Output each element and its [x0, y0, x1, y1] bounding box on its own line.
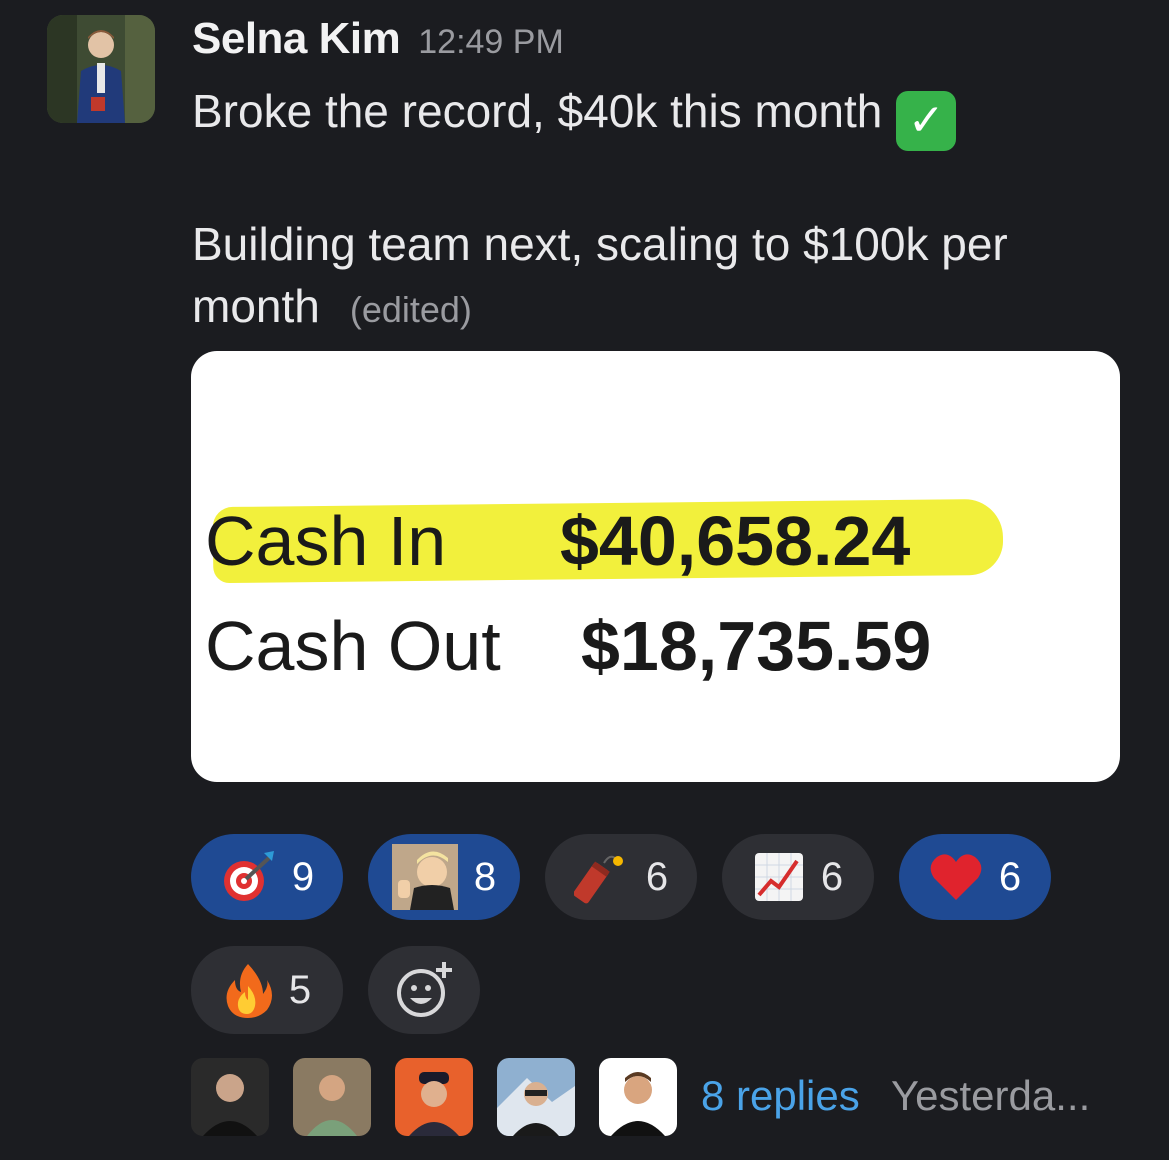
author-avatar[interactable] [47, 15, 155, 123]
replier-avatar [293, 1058, 371, 1136]
reaction-fire[interactable]: 5 [191, 946, 343, 1034]
replier-avatar [191, 1058, 269, 1136]
chart-increasing-icon [754, 853, 803, 901]
replies-link[interactable]: 8 replies [701, 1072, 860, 1120]
reaction-count: 6 [820, 854, 844, 899]
reaction-red-heart[interactable]: 6 [899, 834, 1051, 920]
message-body: Broke the record, $40k this month ✓ Build… [192, 80, 1132, 341]
add-reaction-button[interactable] [368, 946, 480, 1034]
message-line-2-text: Building team next, scaling to $100k per… [192, 218, 1008, 332]
author-photo [47, 15, 155, 123]
reaction-count: 9 [291, 854, 315, 899]
cash-in-value: $40,658.24 [560, 502, 911, 580]
reaction-count: 5 [288, 967, 312, 1012]
custom-face-thumbs-up-icon [391, 844, 458, 910]
white-check-mark-icon: ✓ [896, 91, 957, 151]
message-header: Selna Kim 12:49 PM [192, 14, 564, 70]
message-line-1: Broke the record, $40k this month ✓ [192, 80, 1132, 151]
red-heart-icon [930, 854, 982, 900]
message-timestamp[interactable]: 12:49 PM [418, 23, 564, 62]
reaction-count: 6 [998, 854, 1022, 899]
thread-summary[interactable]: 8 replies Yesterda... [191, 1058, 1151, 1136]
reaction-count: 8 [473, 854, 497, 899]
add-reaction-icon [397, 962, 452, 1017]
cash-out-label: Cash Out [205, 607, 501, 685]
edited-label: (edited) [349, 289, 472, 330]
last-reply-time: Yesterda... [891, 1072, 1091, 1119]
cash-in-label: Cash In [205, 502, 447, 580]
reaction-count: 6 [645, 854, 669, 899]
reaction-direct-hit[interactable]: 9 [191, 834, 343, 920]
image-attachment[interactable]: Cash In $40,658.24 Cash Out $18,735.59 [191, 351, 1120, 782]
message-line-2: Building team next, scaling to $100k per… [192, 213, 1132, 341]
reaction-custom-face[interactable]: 8 [368, 834, 520, 920]
cash-out-value: $18,735.59 [581, 607, 932, 685]
replier-avatar [497, 1058, 575, 1136]
reaction-firecracker[interactable]: 6 [545, 834, 697, 920]
fire-icon [226, 964, 272, 1018]
replier-avatar [395, 1058, 473, 1136]
direct-hit-icon [223, 851, 274, 901]
author-name[interactable]: Selna Kim [192, 14, 401, 64]
replier-avatar [599, 1058, 677, 1136]
firecracker-icon [573, 855, 623, 904]
message-line-1-text: Broke the record, $40k this month [192, 85, 883, 137]
reaction-chart-increasing[interactable]: 6 [722, 834, 874, 920]
